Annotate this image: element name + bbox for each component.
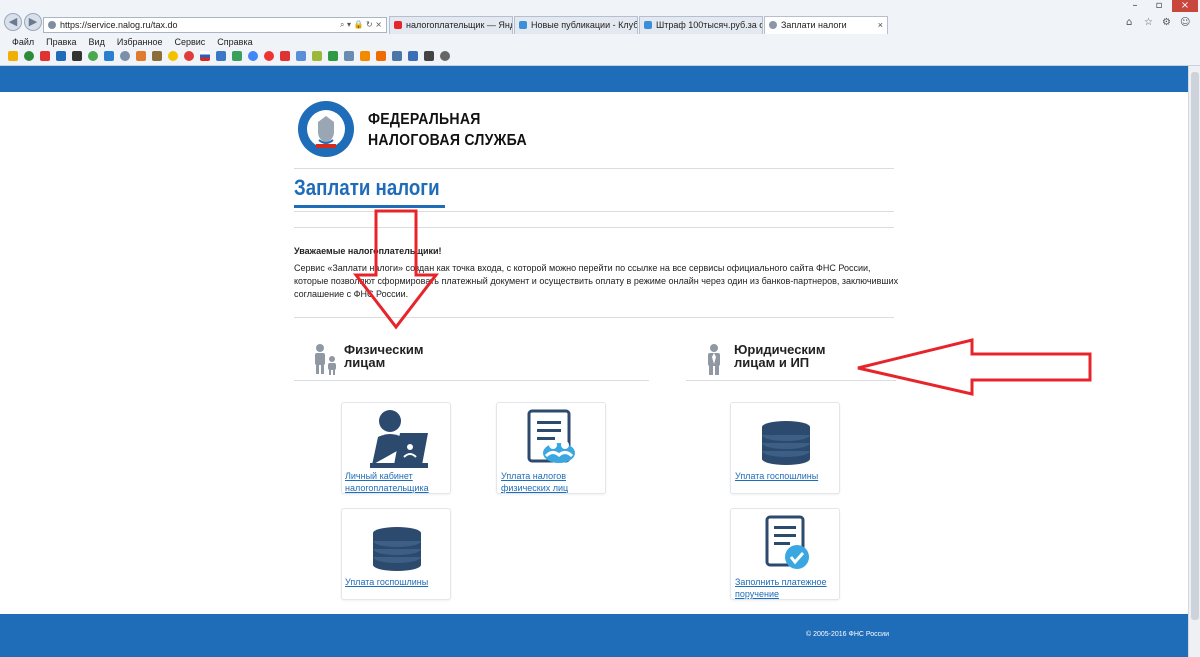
google-icon[interactable] (248, 51, 258, 61)
individual-taxes-link[interactable]: Уплата налогов физических лиц (501, 470, 568, 494)
star-icon[interactable]: ☆ (1144, 17, 1153, 29)
favorite-icon[interactable] (328, 51, 338, 61)
maximize-button[interactable]: ▫ (1148, 0, 1170, 12)
tab-label: Заплати налоги (781, 20, 847, 30)
favorite-icon[interactable] (440, 51, 450, 61)
close-tab-icon[interactable]: × (878, 17, 883, 33)
favorite-icon[interactable] (40, 51, 50, 61)
favorite-icon[interactable] (88, 51, 98, 61)
individuals-people-icon (315, 344, 336, 375)
favorite-icon[interactable] (264, 51, 274, 61)
org-name-line2: НАЛОГОВАЯ СЛУЖБА (368, 132, 527, 149)
forward-button[interactable]: ▶ (24, 13, 42, 31)
favorite-icon[interactable] (424, 51, 434, 61)
tab-fine[interactable]: Штраф 100тысяч.руб.за отсут... (639, 16, 763, 34)
favorites-bar (8, 51, 450, 61)
divider (294, 168, 894, 169)
tab-pay-taxes[interactable]: Заплати налоги × (764, 16, 888, 34)
favorite-icon[interactable] (136, 51, 146, 61)
favorite-icon[interactable] (24, 51, 34, 61)
favorite-icon[interactable] (152, 51, 162, 61)
favorite-icon[interactable] (296, 51, 306, 61)
menu-edit[interactable]: Правка (46, 37, 76, 48)
fns-emblem-logo[interactable] (297, 100, 355, 158)
menu-bar: Файл Правка Вид Избранное Сервис Справка (12, 37, 253, 48)
org-name: ФЕДЕРАЛЬНАЯ НАЛОГОВАЯ СЛУЖБА (368, 109, 527, 151)
site-icon (48, 21, 56, 29)
back-button[interactable]: ◀ (4, 13, 22, 31)
favorite-icon[interactable] (280, 51, 290, 61)
tab-label: налогоплательщик — Яндекс... (406, 20, 512, 30)
favorite-icon[interactable] (168, 51, 178, 61)
favorite-icon[interactable] (312, 51, 322, 61)
tab-label: Штраф 100тысяч.руб.за отсут... (656, 20, 762, 30)
menu-tools[interactable]: Сервис (174, 37, 205, 48)
site-top-bar (0, 66, 1188, 92)
favorite-star-icon[interactable] (8, 51, 18, 61)
browser-chrome: ◀ ▶ https://service.nalog.ru/tax.do ⌕ ▾ … (0, 0, 1200, 66)
tab-label: Новые публикации - Клуб Га... (531, 20, 638, 30)
red-arrow-down-annotation (352, 209, 440, 330)
vk-icon[interactable] (392, 51, 402, 61)
favorite-icon[interactable] (104, 51, 114, 61)
russia-flag-icon[interactable] (200, 51, 210, 61)
legal-section-title: Юридическим лицам и ИП (734, 342, 826, 370)
page-title: Заплати налоги (294, 175, 440, 200)
site-footer: © 2005-2016 ФНС России (0, 614, 1188, 657)
personal-account-link[interactable]: Личный кабинет налогоплательщика (345, 470, 429, 494)
scrollbar-thumb[interactable] (1191, 72, 1199, 620)
address-bar[interactable]: https://service.nalog.ru/tax.do ⌕ ▾ 🔒 ↻ … (43, 17, 387, 33)
minimize-button[interactable]: – (1124, 0, 1146, 12)
odnoklassniki-icon[interactable] (360, 51, 370, 61)
scrollbar[interactable] (1188, 66, 1200, 657)
menu-favorites[interactable]: Избранное (117, 37, 163, 48)
favorite-icon[interactable] (184, 51, 194, 61)
favorite-icon[interactable] (216, 51, 226, 61)
state-duty-individuals-link[interactable]: Уплата госпошлины (345, 576, 428, 588)
copyright-text: © 2005-2016 ФНС России (806, 631, 889, 638)
address-tools-icon[interactable]: ⌕ ▾ 🔒 ↻ × (340, 18, 382, 32)
red-arrow-left-annotation (857, 338, 1092, 396)
close-window-button[interactable]: × (1172, 0, 1198, 12)
menu-file[interactable]: Файл (12, 37, 34, 48)
favorite-icon[interactable] (376, 51, 386, 61)
smiley-icon[interactable]: ☺ (1180, 17, 1190, 29)
favorite-icon[interactable] (120, 51, 130, 61)
favorite-icon[interactable] (72, 51, 82, 61)
favorite-icon[interactable] (344, 51, 354, 61)
yandex-icon (394, 21, 402, 29)
menu-help[interactable]: Справка (217, 37, 252, 48)
favorite-icon[interactable] (232, 51, 242, 61)
legal-entity-person-icon (708, 344, 720, 375)
favorite-icon[interactable] (56, 51, 66, 61)
home-icon[interactable]: ⌂ (1126, 17, 1132, 29)
pin-icon (644, 21, 652, 29)
payment-order-link[interactable]: Заполнить платежное поручение (735, 576, 827, 600)
url-text: https://service.nalog.ru/tax.do (60, 20, 178, 30)
page-icon (769, 21, 777, 29)
individuals-section-title: Физическим лицам (344, 342, 424, 370)
menu-view[interactable]: Вид (89, 37, 105, 48)
gear-icon[interactable]: ⚙ (1162, 17, 1171, 29)
tab-club[interactable]: Новые публикации - Клуб Га... (514, 16, 638, 34)
divider (294, 380, 649, 381)
pin-icon (519, 21, 527, 29)
favorite-icon[interactable] (408, 51, 418, 61)
state-duty-legal-link[interactable]: Уплата госпошлины (735, 470, 818, 482)
tab-yandex[interactable]: налогоплательщик — Яндекс... (389, 16, 513, 34)
org-name-line1: ФЕДЕРАЛЬНАЯ (368, 111, 481, 128)
